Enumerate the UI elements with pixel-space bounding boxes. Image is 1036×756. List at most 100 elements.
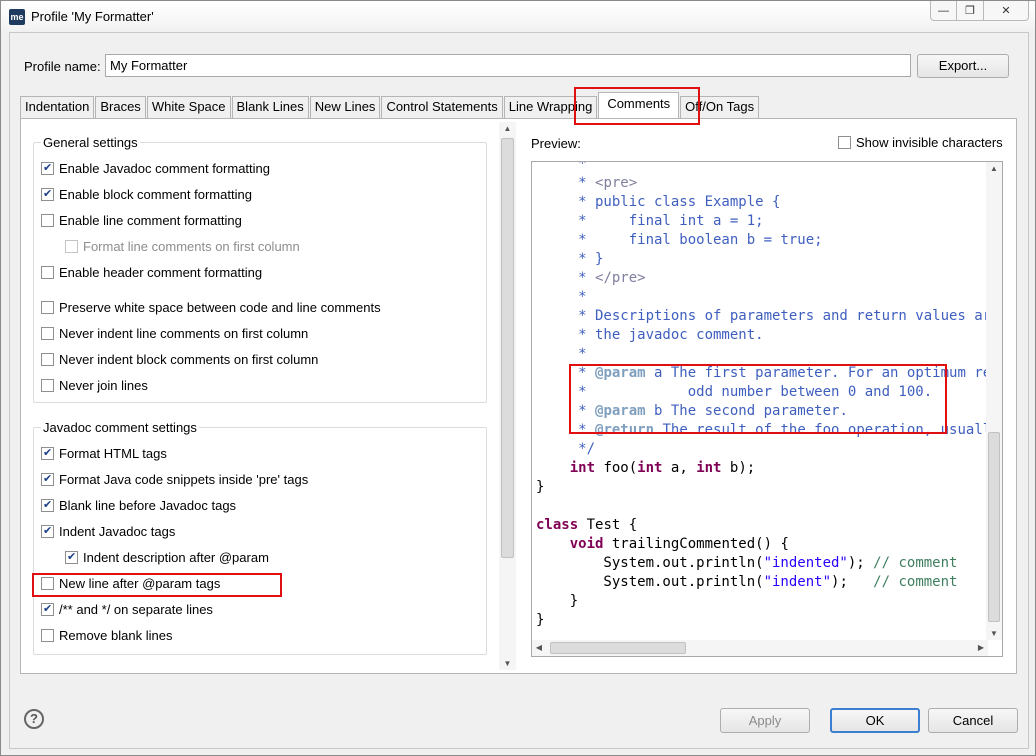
- window-title: Profile 'My Formatter': [31, 9, 154, 24]
- checkbox-icon[interactable]: [41, 161, 54, 175]
- code-token: }: [536, 593, 579, 609]
- option-remove-blank-lines[interactable]: Remove blank lines: [41, 628, 172, 643]
- checkbox-icon[interactable]: [41, 446, 54, 460]
- checkbox-icon[interactable]: [65, 550, 78, 564]
- javadoc-settings-group: [33, 427, 487, 655]
- preview-horizontal-scrollbar[interactable]: ◀ ▶: [532, 640, 988, 656]
- maximize-button[interactable]: ❐: [957, 1, 984, 21]
- cancel-button[interactable]: Cancel: [928, 708, 1018, 733]
- code-token: * the javadoc comment.: [536, 327, 764, 343]
- option-indent-description-after-param[interactable]: Indent description after @param: [65, 550, 269, 565]
- checkbox-icon[interactable]: [41, 379, 54, 392]
- code-line: }: [536, 478, 986, 497]
- scroll-thumb[interactable]: [501, 138, 514, 558]
- code-token: );: [831, 574, 874, 590]
- code-token: *: [536, 161, 596, 172]
- preview-label: Preview:: [531, 136, 581, 151]
- option-enable-header-comment-formatting[interactable]: Enable header comment formatting: [41, 265, 262, 280]
- tab-braces[interactable]: Braces: [95, 96, 146, 118]
- code-token: *: [536, 270, 596, 286]
- code-line: * }: [536, 250, 986, 269]
- tab-indentation[interactable]: Indentation: [20, 96, 95, 118]
- code-token: int: [696, 460, 722, 476]
- help-icon[interactable]: ?: [24, 709, 44, 729]
- preview-vertical-scrollbar[interactable]: ▲ ▼: [986, 162, 1002, 640]
- option-never-indent-block-comments-on-first-column[interactable]: Never indent block comments on first col…: [41, 352, 318, 367]
- option-indent-javadoc-tags[interactable]: Indent Javadoc tags: [41, 524, 175, 539]
- code-token: int: [637, 460, 663, 476]
- option-format-line-comments-on-first-column: Format line comments on first column: [65, 239, 300, 254]
- profile-name-input[interactable]: [105, 54, 911, 77]
- code-line: * </pre>: [536, 269, 986, 288]
- option-label: /** and */ on separate lines: [59, 602, 213, 617]
- checkbox-icon[interactable]: [41, 353, 54, 366]
- code-line: int foo(int a, int b);: [536, 459, 986, 478]
- option-and-on-separate-lines[interactable]: /** and */ on separate lines: [41, 602, 213, 617]
- code-line: * final int a = 1;: [536, 212, 986, 231]
- apply-button[interactable]: Apply: [720, 708, 810, 733]
- scroll-down-arrow-icon[interactable]: ▼: [986, 629, 1002, 638]
- scroll-thumb[interactable]: [550, 642, 686, 654]
- code-token: <pre>: [595, 175, 638, 191]
- code-token: * public class Example {: [536, 194, 781, 210]
- checkbox-icon[interactable]: [41, 187, 54, 201]
- scroll-down-arrow-icon[interactable]: ▼: [499, 659, 516, 668]
- checkbox-icon[interactable]: [41, 524, 54, 538]
- option-preserve-white-space-between-code-and-line-comments[interactable]: Preserve white space between code and li…: [41, 300, 381, 315]
- option-enable-line-comment-formatting[interactable]: Enable line comment formatting: [41, 213, 242, 228]
- code-token: * Descriptions of parameters and return …: [578, 308, 986, 324]
- code-token: "indented": [763, 555, 848, 571]
- checkbox-icon[interactable]: [41, 327, 54, 340]
- export-button[interactable]: Export...: [917, 54, 1009, 78]
- checkbox-icon[interactable]: [41, 498, 54, 512]
- code-token: class: [536, 517, 579, 533]
- scroll-left-arrow-icon[interactable]: ◀: [532, 643, 546, 652]
- highlight-new-line-option: [32, 573, 282, 597]
- checkbox-icon[interactable]: [41, 266, 54, 279]
- option-blank-line-before-javadoc-tags[interactable]: Blank line before Javadoc tags: [41, 498, 236, 513]
- profile-dialog: me Profile 'My Formatter' — ❐ ✕ Profile …: [0, 0, 1036, 756]
- tab-new-lines[interactable]: New Lines: [309, 96, 381, 118]
- option-never-join-lines[interactable]: Never join lines: [41, 378, 148, 393]
- code-line: *: [536, 161, 986, 174]
- scroll-up-arrow-icon[interactable]: ▲: [986, 164, 1002, 173]
- code-token: *: [536, 175, 596, 191]
- option-format-html-tags[interactable]: Format HTML tags: [41, 446, 167, 461]
- code-token: );: [847, 555, 874, 571]
- minimize-button[interactable]: —: [930, 1, 957, 21]
- option-never-indent-line-comments-on-first-column[interactable]: Never indent line comments on first colu…: [41, 326, 308, 341]
- scroll-thumb[interactable]: [988, 432, 1000, 622]
- checkbox-icon[interactable]: [41, 629, 54, 642]
- scroll-up-arrow-icon[interactable]: ▲: [499, 124, 516, 133]
- tab-blank-lines[interactable]: Blank Lines: [231, 96, 309, 118]
- option-label: Preserve white space between code and li…: [59, 300, 381, 315]
- code-token: *: [536, 346, 596, 362]
- checkbox-icon[interactable]: [41, 214, 54, 227]
- tab-white-space[interactable]: White Space: [146, 96, 231, 118]
- option-enable-block-comment-formatting[interactable]: Enable block comment formatting: [41, 187, 252, 202]
- option-label: Indent description after @param: [83, 550, 269, 565]
- option-format-java-code-snippets-inside-pre-tags[interactable]: Format Java code snippets inside 'pre' t…: [41, 472, 308, 487]
- highlight-param-block: [569, 364, 947, 434]
- checkbox-icon[interactable]: [41, 301, 54, 314]
- option-label: Enable line comment formatting: [59, 213, 242, 228]
- option-label: Format line comments on first column: [83, 239, 300, 254]
- close-button[interactable]: ✕: [984, 1, 1029, 21]
- option-label: Remove blank lines: [59, 628, 173, 643]
- scroll-right-arrow-icon[interactable]: ▶: [974, 643, 988, 652]
- option-enable-javadoc-comment-formatting[interactable]: Enable Javadoc comment formatting: [41, 161, 270, 176]
- tab-control-statements[interactable]: Control Statements: [381, 96, 503, 118]
- general-settings-title: General settings: [41, 135, 140, 150]
- settings-scrollbar[interactable]: ▲ ▼: [499, 122, 516, 670]
- code-token: System.out.println(: [536, 555, 764, 571]
- code-line: }: [536, 592, 986, 611]
- ok-button[interactable]: OK: [830, 708, 920, 733]
- code-token: *: [536, 289, 596, 305]
- checkbox-icon[interactable]: [41, 472, 54, 486]
- code-token: Test {: [578, 517, 638, 533]
- show-invisible-checkbox[interactable]: Show invisible characters: [838, 135, 1003, 150]
- checkbox-icon[interactable]: [41, 602, 54, 616]
- checkbox-icon[interactable]: [838, 136, 851, 149]
- code-token: trailingCommented() {: [603, 536, 789, 552]
